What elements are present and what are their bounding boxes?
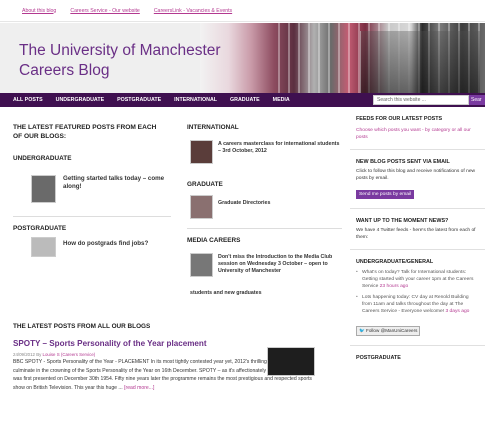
careers-service-link[interactable]: Careers Service - Our website (70, 8, 139, 14)
tweet-time[interactable]: 3 days ago (445, 309, 469, 314)
tweet-list: What's on today? Talk for International … (356, 269, 479, 315)
featured-heading: THE LATEST FEATURED POSTS FROM EACH OF O… (13, 124, 157, 140)
media-careers-label: MEDIA CAREERS (187, 237, 241, 244)
main-nav: ALL POSTS UNDERGRADUATE POSTGRADUATE INT… (0, 93, 485, 107)
feeds-widget: FEEDS FOR OUR LATEST POSTS Choose which … (350, 115, 485, 141)
twitter-bird-icon: 🐦 (359, 328, 365, 333)
banner-photo-building (360, 31, 480, 93)
nav-undergraduate[interactable]: UNDERGRADUATE (56, 97, 104, 103)
post-author-link[interactable]: Louise S (Careers Service) (43, 352, 96, 357)
tweet-item: Lots happening today: CV day at Renold B… (356, 294, 479, 315)
news-heading: WANT UP TO THE MOMENT NEWS? (356, 218, 449, 224)
divider (187, 228, 342, 229)
media-post-title-continued[interactable]: students and new graduates (190, 290, 340, 297)
top-links-bar: About this blog Careers Service - Our we… (0, 0, 485, 22)
site-title[interactable]: The University of Manchester (19, 42, 221, 60)
nav-postgraduate[interactable]: POSTGRADUATE (117, 97, 161, 103)
postgraduate-label: POSTGRADUATE (13, 225, 67, 232)
international-post-thumbnail[interactable] (190, 140, 213, 164)
email-widget: NEW BLOG POSTS SENT VIA EMAIL Click to f… (350, 158, 485, 200)
international-post-title[interactable]: A careers masterclass for international … (218, 141, 342, 155)
twitter-follow-button[interactable]: 🐦 Follow @ManUniCareers (356, 326, 421, 336)
news-text: We have 4 Twitter feeds - here's the lat… (356, 228, 476, 240)
post-date: 24/09/2012 By (13, 352, 43, 357)
divider (350, 208, 485, 209)
news-widget: WANT UP TO THE MOMENT NEWS? We have 4 Tw… (350, 217, 485, 241)
feeds-link[interactable]: Choose which posts you want - by categor… (356, 127, 479, 141)
postgraduate-post-title[interactable]: How do postgrads find jobs? (63, 240, 173, 248)
nav-all-posts[interactable]: ALL POSTS (13, 97, 43, 103)
sidebar: FEEDS FOR OUR LATEST POSTS Choose which … (350, 113, 485, 362)
latest-posts: THE LATEST POSTS FROM ALL OUR BLOGS SPOT… (13, 323, 333, 392)
careerslink-vacancies-link[interactable]: CareersLink - Vacancies & Events (154, 8, 232, 14)
featured-posts-right: INTERNATIONAL A careers masterclass for … (187, 113, 342, 328)
divider (350, 249, 485, 250)
nav-graduate[interactable]: GRADUATE (230, 97, 260, 103)
media-post-title[interactable]: Don't miss the Introduction to the Media… (218, 254, 342, 275)
international-label: INTERNATIONAL (187, 124, 239, 131)
site-subtitle[interactable]: Careers Blog (19, 62, 109, 80)
featured-posts: THE LATEST FEATURED POSTS FROM EACH OF O… (13, 113, 173, 313)
graduate-post-title[interactable]: Graduate Directories (218, 200, 342, 207)
nav-international[interactable]: INTERNATIONAL (174, 97, 217, 103)
feeds-heading: FEEDS FOR OUR LATEST POSTS (356, 116, 443, 122)
post-image[interactable] (267, 347, 315, 376)
media-post-thumbnail[interactable] (190, 253, 213, 277)
about-link[interactable]: About this blog (22, 8, 56, 14)
email-heading: NEW BLOG POSTS SENT VIA EMAIL (356, 159, 450, 165)
undergraduate-twitter-widget: UNDERGRADUATE/GENERAL What's on today? T… (350, 258, 485, 337)
divider (350, 149, 485, 150)
tweet-time[interactable]: 23 hours ago (380, 284, 409, 289)
tweet-item: What's on today? Talk for International … (356, 269, 479, 290)
email-text: Click to follow this blog and receive no… (356, 169, 476, 181)
send-posts-email-button[interactable]: Send me posts by email (356, 190, 415, 199)
undergraduate-label: UNDERGRADUATE (13, 155, 72, 162)
read-more-link[interactable]: [read more...] (124, 385, 154, 391)
nav-media[interactable]: MEDIA (273, 97, 290, 103)
graduate-post-thumbnail[interactable] (190, 195, 213, 219)
postgraduate-heading: POSTGRADUATE (356, 355, 401, 361)
divider (350, 345, 485, 346)
undergraduate-post-thumbnail[interactable] (31, 175, 56, 203)
latest-posts-heading: THE LATEST POSTS FROM ALL OUR BLOGS (13, 323, 151, 330)
postgraduate-twitter-widget: POSTGRADUATE (350, 354, 485, 362)
twitter-follow-label: Follow @ManUniCareers (366, 328, 418, 333)
postgraduate-post-thumbnail[interactable] (31, 237, 56, 257)
search-input[interactable]: Search this website ... (373, 95, 469, 105)
graduate-label: GRADUATE (187, 181, 223, 188)
divider (13, 216, 171, 217)
search-button[interactable]: Sear (469, 95, 485, 105)
site-banner: The University of Manchester Careers Blo… (0, 23, 485, 93)
undergraduate-general-heading: UNDERGRADUATE/GENERAL (356, 259, 434, 265)
undergraduate-post-title[interactable]: Getting started talks today – come along… (63, 175, 171, 191)
